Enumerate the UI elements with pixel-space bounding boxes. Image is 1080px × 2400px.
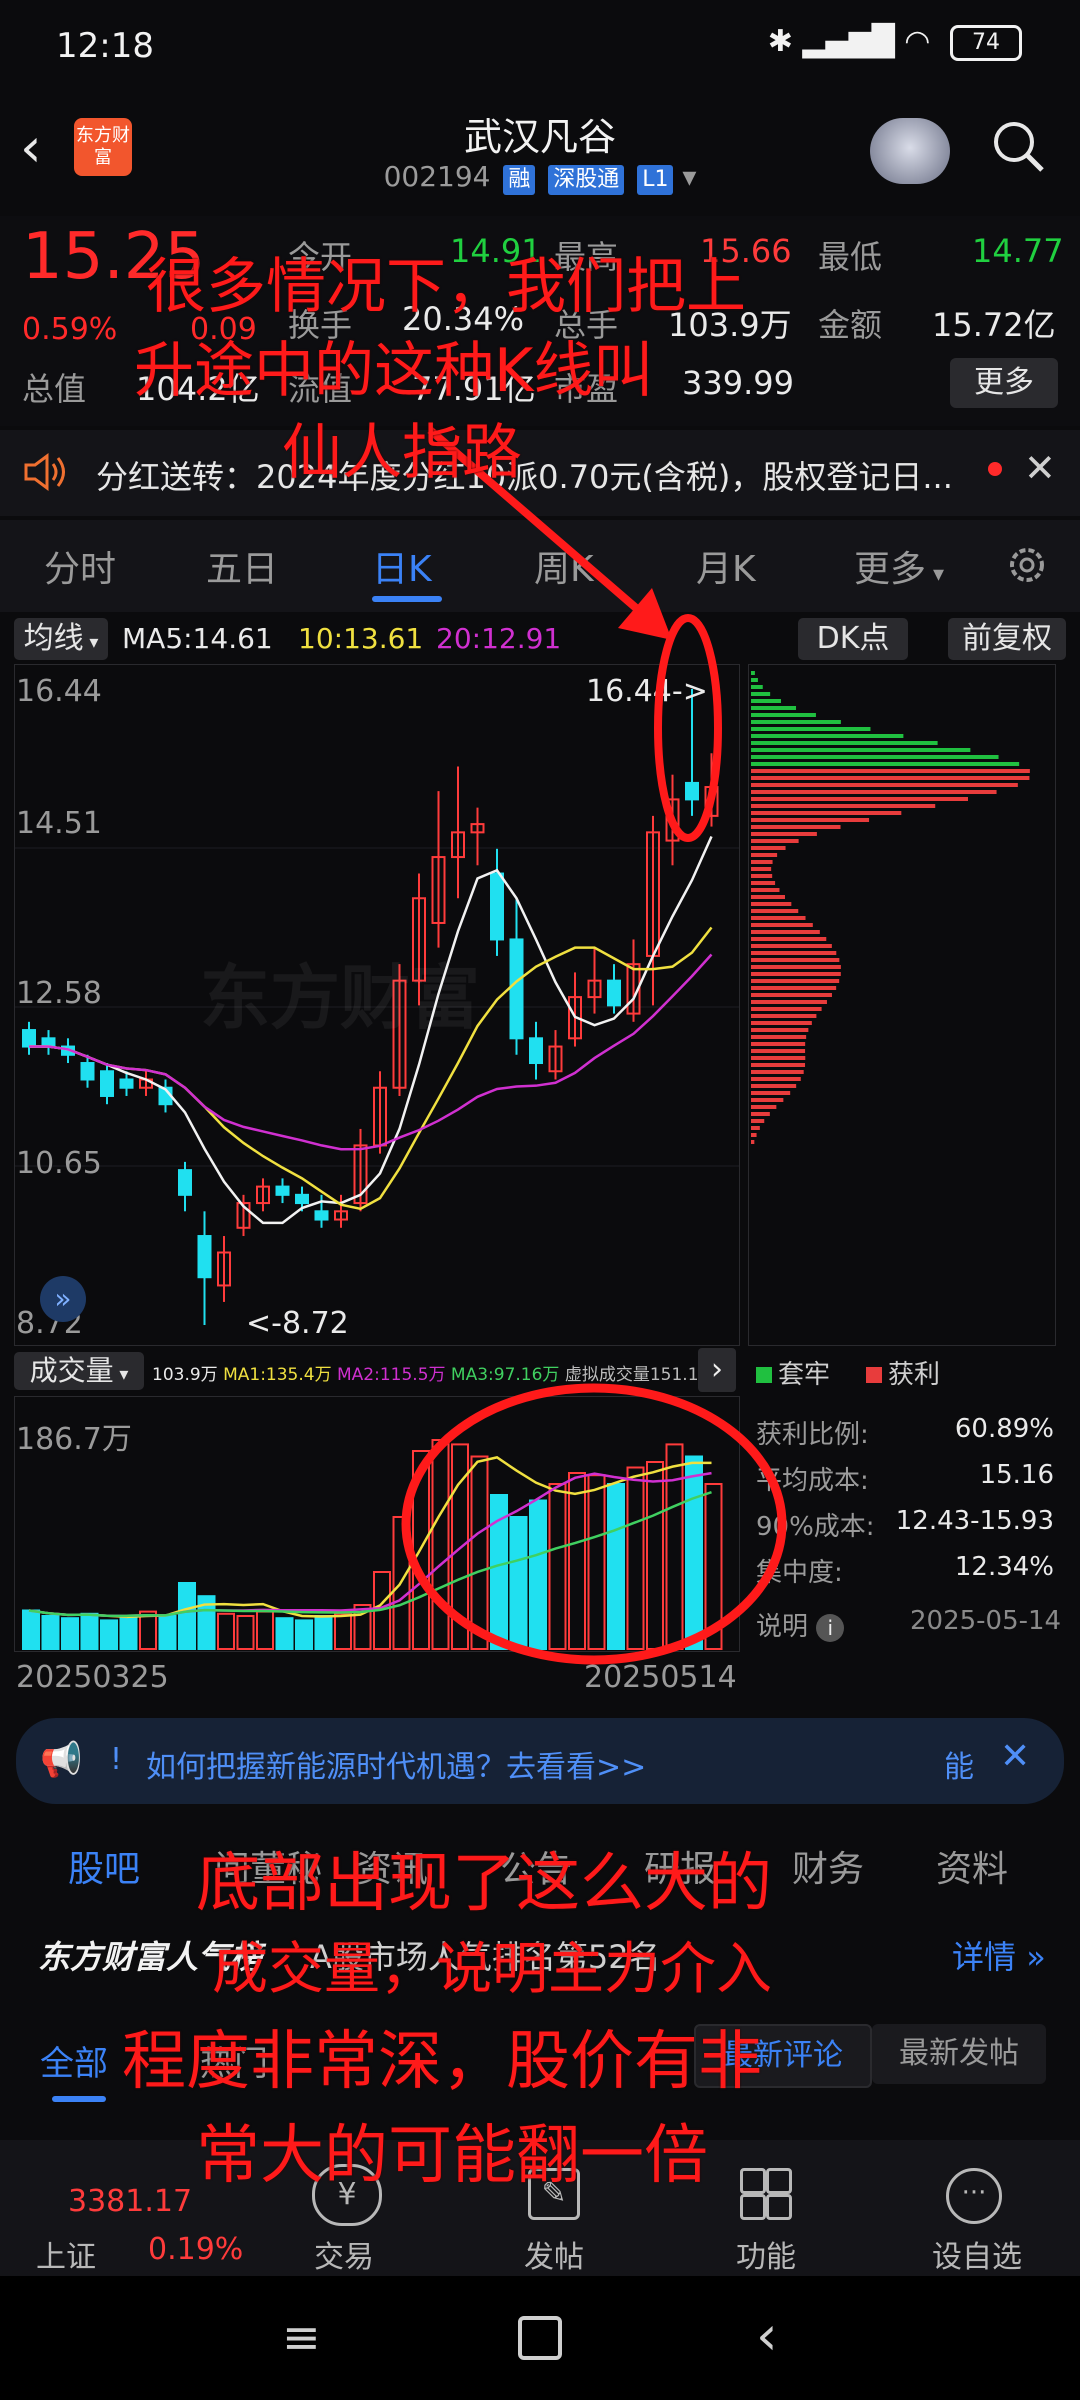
annotation-top-line3: 仙人指路 [282, 418, 522, 488]
annotation-bottom-line4: 常大的可能翻一倍 [196, 2119, 708, 2193]
annotation-bottom-line1: 底部出现了这么大的 [196, 1847, 772, 1921]
annotation-circle-volume [401, 1383, 787, 1665]
annotation-top-line1: 很多情况下，我们把上 [146, 252, 746, 322]
annotation-top-line2: 升途中的这种K线叫 [134, 336, 654, 406]
annotation-bottom-line2: 成交量，说明主力介入 [212, 1937, 772, 2002]
annotation-bottom-line3: 程度非常深，股价有非 [122, 2025, 762, 2099]
annotation-circle-top [654, 614, 722, 842]
